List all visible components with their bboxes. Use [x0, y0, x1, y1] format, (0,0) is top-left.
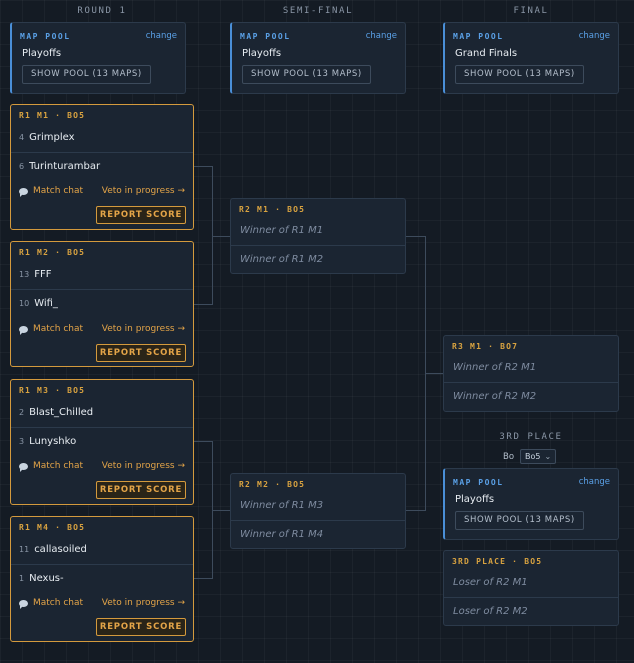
player-slot[interactable]: 11 callasoiled [11, 535, 193, 564]
match-chat-link[interactable]: Match chat [19, 186, 83, 197]
match-r2m2: R2 M2 · BO5 Winner of R1 M3 Winner of R1… [230, 473, 406, 549]
column-title-semifinal: SEMI-FINAL [282, 6, 354, 16]
map-pool-label: MAP POOL [20, 32, 71, 41]
chat-bubble-icon [19, 599, 28, 609]
map-pool-third-place: MAP POOL change Playoffs SHOW POOL (13 M… [443, 468, 619, 540]
map-pool-label: MAP POOL [240, 32, 291, 41]
seed: 3 [19, 437, 25, 446]
match-chat-link[interactable]: Match chat [19, 598, 83, 609]
show-pool-button[interactable]: SHOW POOL (13 MAPS) [455, 511, 584, 530]
map-pool-name: Grand Finals [455, 48, 518, 59]
show-pool-button[interactable]: SHOW POOL (13 MAPS) [22, 65, 151, 84]
chat-bubble-icon [19, 325, 28, 335]
veto-link[interactable]: Veto in progress → [102, 461, 185, 471]
match-chat-link[interactable]: Match chat [19, 324, 83, 335]
match-r1m3: R1 M3 · BO5 2 Blast_Chilled 3 Lunyshko Mat… [10, 379, 194, 505]
change-pool-link[interactable]: change [146, 31, 177, 41]
map-pool-semifinal: MAP POOL change Playoffs SHOW POOL (13 M… [230, 22, 406, 94]
map-pool-label: MAP POOL [453, 478, 504, 487]
veto-link[interactable]: Veto in progress → [102, 324, 185, 334]
map-pool-name: Playoffs [22, 48, 62, 59]
seed: 6 [19, 162, 25, 171]
player-slot[interactable]: Winner of R1 M1 [231, 216, 405, 245]
map-pool-round1: MAP POOL change Playoffs SHOW POOL (13 M… [10, 22, 186, 94]
player-slot[interactable]: 3 Lunyshko [11, 427, 193, 456]
match-r2m1: R2 M1 · BO5 Winner of R1 M1 Winner of R1… [230, 198, 406, 274]
player-name: Turinturambar [29, 161, 101, 172]
map-pool-name: Playoffs [242, 48, 282, 59]
match-tag: R1 M2 · BO5 [19, 248, 86, 257]
bo-format-select[interactable]: Bo5 ⌄ [520, 449, 557, 464]
match-third-place: 3RD PLACE · BO5 Loser of R2 M1 Loser of … [443, 550, 619, 626]
player-name: Wifi_ [34, 298, 58, 309]
player-slot[interactable]: Winner of R1 M2 [231, 245, 405, 274]
match-chat-link[interactable]: Match chat [19, 461, 83, 472]
bracket-connector [425, 373, 443, 374]
player-slot[interactable]: Winner of R2 M1 [444, 353, 618, 382]
third-place-title: 3RD PLACE [499, 432, 563, 442]
veto-link[interactable]: Veto in progress → [102, 598, 185, 608]
player-slot[interactable]: 10 Wifi_ [11, 289, 193, 318]
report-score-button[interactable]: REPORT SCORE [96, 344, 186, 362]
bracket-connector [212, 510, 230, 511]
column-title-final: FINAL [513, 6, 549, 16]
player-slot[interactable]: 4 Grimplex [11, 123, 193, 152]
player-slot[interactable]: 1 Nexus- [11, 564, 193, 593]
map-pool-name: Playoffs [455, 494, 495, 505]
seed: 10 [19, 299, 30, 308]
match-r1m2: R1 M2 · BO5 13 FFF 10 Wifi_ Match chat Vet… [10, 241, 194, 367]
match-tag: 3RD PLACE · BO5 [452, 557, 543, 566]
seed: 11 [19, 545, 30, 554]
bracket-connector [406, 236, 426, 511]
bracket-connector [212, 236, 230, 237]
chevron-down-icon: ⌄ [544, 452, 552, 461]
seed: 4 [19, 133, 25, 142]
report-score-button[interactable]: REPORT SCORE [96, 618, 186, 636]
veto-link[interactable]: Veto in progress → [102, 186, 185, 196]
match-tag: R1 M3 · BO5 [19, 386, 86, 395]
show-pool-button[interactable]: SHOW POOL (13 MAPS) [455, 65, 584, 84]
player-name: FFF [34, 269, 52, 280]
match-tag: R1 M1 · BO5 [19, 111, 86, 120]
bracket-connector [194, 441, 213, 579]
player-slot[interactable]: Loser of R2 M1 [444, 568, 618, 597]
change-pool-link[interactable]: change [579, 31, 610, 41]
player-slot[interactable]: Winner of R1 M4 [231, 520, 405, 549]
player-name: callasoiled [34, 544, 87, 555]
player-slot[interactable]: 2 Blast_Chilled [11, 398, 193, 427]
show-pool-button[interactable]: SHOW POOL (13 MAPS) [242, 65, 371, 84]
seed: 1 [19, 574, 25, 583]
match-r1m1: R1 M1 · BO5 4 Grimplex 6 Turinturambar Mat… [10, 104, 194, 230]
match-r3m1: R3 M1 · BO7 Winner of R2 M1 Winner of R2… [443, 335, 619, 412]
player-slot[interactable]: Winner of R2 M2 [444, 382, 618, 411]
column-title-round1: ROUND 1 [77, 6, 127, 16]
match-tag: R3 M1 · BO7 [452, 342, 519, 351]
change-pool-link[interactable]: change [579, 477, 610, 487]
match-tag: R2 M2 · BO5 [239, 480, 306, 489]
chat-bubble-icon [19, 462, 28, 472]
seed: 13 [19, 270, 30, 279]
bracket-connector [194, 166, 213, 305]
map-pool-final: MAP POOL change Grand Finals SHOW POOL (… [443, 22, 619, 94]
player-slot[interactable]: Loser of R2 M2 [444, 597, 618, 626]
change-pool-link[interactable]: change [366, 31, 397, 41]
chat-bubble-icon [19, 187, 28, 197]
report-score-button[interactable]: REPORT SCORE [96, 481, 186, 499]
player-name: Grimplex [29, 132, 75, 143]
match-r1m4: R1 M4 · BO5 11 callasoiled 1 Nexus- Match … [10, 516, 194, 642]
player-slot[interactable]: 6 Turinturambar [11, 152, 193, 181]
player-slot[interactable]: Winner of R1 M3 [231, 491, 405, 520]
map-pool-label: MAP POOL [453, 32, 504, 41]
player-slot[interactable]: 13 FFF [11, 260, 193, 289]
seed: 2 [19, 408, 25, 417]
player-name: Blast_Chilled [29, 407, 94, 418]
bo-format-row: Bo Bo5 ⌄ [503, 449, 557, 464]
player-name: Nexus- [29, 573, 64, 584]
bo-label: Bo [503, 451, 515, 462]
match-tag: R1 M4 · BO5 [19, 523, 86, 532]
player-name: Lunyshko [29, 436, 77, 447]
report-score-button[interactable]: REPORT SCORE [96, 206, 186, 224]
match-tag: R2 M1 · BO5 [239, 205, 306, 214]
